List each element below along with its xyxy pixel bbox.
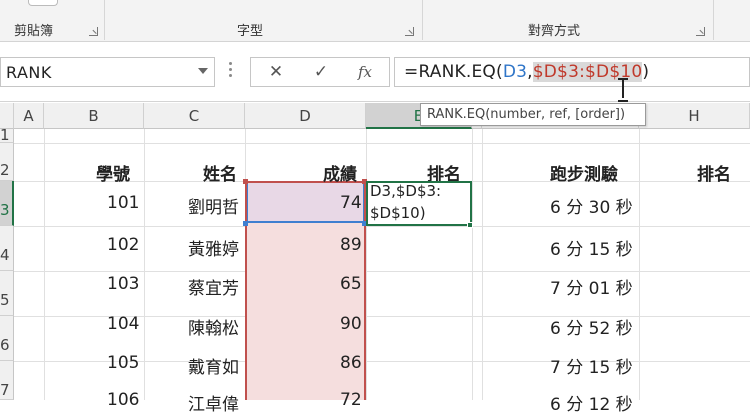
gridline: [472, 129, 473, 400]
cell-student-id[interactable]: 106: [107, 390, 139, 410]
ribbon: [0, 0, 750, 42]
row-header-6[interactable]: 6: [0, 316, 14, 361]
row-header-5[interactable]: 5: [0, 271, 14, 316]
header-rank-2[interactable]: 排名: [697, 160, 731, 185]
formula-suffix: ): [642, 62, 650, 82]
cancel-icon[interactable]: ✕: [263, 60, 289, 84]
group-label-alignment: 對齊方式: [528, 24, 581, 39]
gridline: [482, 129, 483, 400]
cell-name[interactable]: 劉明哲: [188, 193, 239, 218]
gridline: [144, 129, 145, 400]
row-header-3[interactable]: 3: [0, 181, 14, 226]
cell-name[interactable]: 黃雅婷: [188, 235, 239, 260]
alignment-launcher-icon[interactable]: [696, 27, 705, 36]
cell-run-time[interactable]: 6 分 15 秒: [550, 235, 633, 260]
column-header-b[interactable]: B: [44, 103, 144, 129]
header-student-id[interactable]: 學號: [96, 160, 130, 185]
text-cursor-icon: [618, 78, 628, 102]
column-header-d[interactable]: D: [245, 103, 366, 129]
cell-score[interactable]: 90: [340, 314, 362, 334]
cell-student-id[interactable]: 102: [107, 235, 139, 255]
cell-name[interactable]: 戴育如: [188, 353, 239, 378]
enter-check-icon[interactable]: ✓: [308, 60, 334, 84]
cell-name[interactable]: 蔡宜芳: [188, 274, 239, 299]
formula-separator: ,: [527, 62, 533, 82]
cell-score[interactable]: 74: [340, 193, 362, 213]
cell-name[interactable]: 江卓偉: [188, 390, 239, 415]
range-corner-handle[interactable]: [243, 221, 248, 226]
clipboard-launcher-icon[interactable]: [89, 27, 98, 36]
cell-student-id[interactable]: 105: [107, 353, 139, 373]
insert-function-icon[interactable]: fx: [352, 60, 378, 84]
cell-student-id[interactable]: 101: [107, 193, 139, 213]
fill-handle[interactable]: [467, 222, 473, 228]
column-header-h[interactable]: H: [639, 103, 750, 129]
formula-ref-cell: D3: [502, 62, 528, 82]
gridline: [366, 129, 367, 400]
column-header-c[interactable]: C: [144, 103, 245, 129]
cell-score[interactable]: 65: [340, 274, 362, 294]
paste-button-stub[interactable]: [28, 0, 58, 6]
ribbon-divider: [104, 0, 105, 40]
formula-text[interactable]: =RANK.EQ(D3,$D$3:$D$10): [404, 62, 649, 82]
cell-score[interactable]: 72: [340, 390, 362, 410]
header-score[interactable]: 成績: [323, 160, 357, 185]
header-run-test[interactable]: 跑步測驗: [550, 160, 618, 185]
row-header-4[interactable]: 4: [0, 226, 14, 271]
ribbon-divider: [713, 0, 714, 40]
header-name[interactable]: 姓名: [203, 160, 237, 185]
font-launcher-icon[interactable]: [405, 27, 414, 36]
gridline: [14, 143, 750, 144]
chevron-down-icon[interactable]: [198, 68, 208, 74]
ribbon-divider: [422, 0, 423, 40]
group-label-clipboard: 剪貼簿: [14, 24, 54, 39]
cell-name[interactable]: 陳翰松: [188, 314, 239, 339]
cell-score[interactable]: 89: [340, 235, 362, 255]
name-box-value: RANK: [6, 63, 52, 82]
range-corner-handle[interactable]: [243, 179, 248, 184]
row-header-7[interactable]: 7: [0, 361, 14, 400]
cell-run-time[interactable]: 6 分 52 秒: [550, 314, 633, 339]
function-tooltip[interactable]: RANK.EQ(number, ref, [order]): [420, 103, 646, 126]
cell-run-time[interactable]: 7 分 01 秒: [550, 274, 633, 299]
column-header-a[interactable]: A: [14, 103, 44, 129]
gridline: [639, 129, 640, 400]
cell-score[interactable]: 86: [340, 353, 362, 373]
group-label-font: 字型: [237, 24, 264, 39]
active-cell-edit-text[interactable]: D3,$D$3: $D$10): [370, 180, 441, 224]
row-header-1[interactable]: 1: [0, 129, 14, 143]
drag-handle-icon[interactable]: [229, 62, 232, 82]
row-header-2[interactable]: 2: [0, 143, 14, 181]
formula-prefix: =RANK.EQ(: [404, 62, 503, 82]
cell-student-id[interactable]: 104: [107, 314, 139, 334]
gridline: [14, 271, 750, 272]
gridline: [44, 129, 45, 400]
select-all-corner[interactable]: [0, 103, 14, 129]
cell-run-time[interactable]: 7 分 15 秒: [550, 353, 633, 378]
cell-student-id[interactable]: 103: [107, 274, 139, 294]
cell-run-time[interactable]: 6 分 12 秒: [550, 390, 633, 415]
cell-run-time[interactable]: 6 分 30 秒: [550, 193, 633, 218]
gridline: [14, 226, 750, 227]
